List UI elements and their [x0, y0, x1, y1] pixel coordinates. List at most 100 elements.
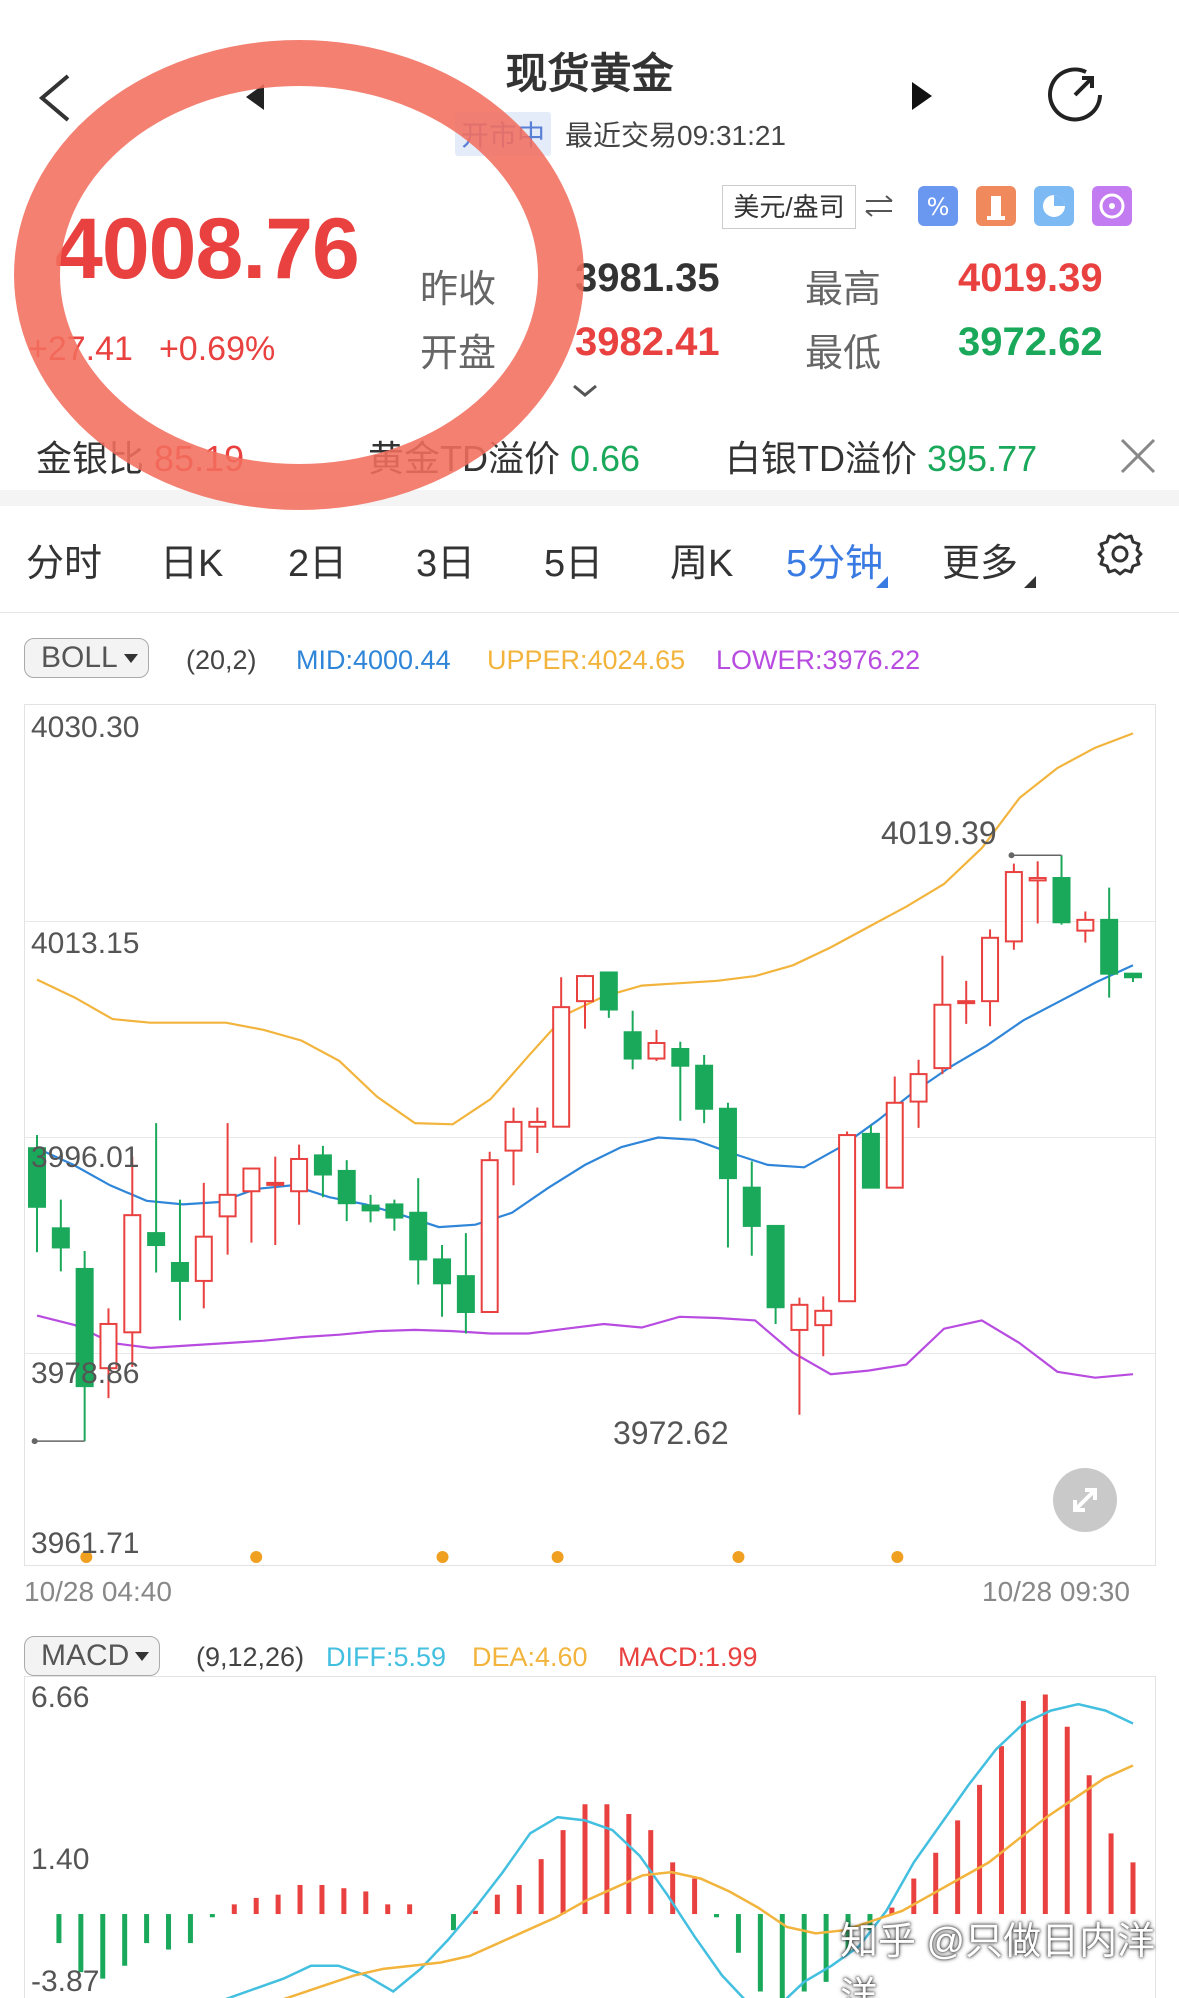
percent-tool-icon[interactable]: % — [918, 186, 958, 226]
macd-select-label: MACD — [41, 1639, 130, 1672]
tab-3day[interactable]: 3日 — [416, 532, 475, 587]
last-trade-time: 最近交易09:31:21 — [565, 120, 787, 151]
candle — [981, 929, 1000, 1027]
event-dot — [732, 1551, 745, 1563]
dropdown-arrow-icon — [135, 1652, 150, 1661]
lighthouse-tool-icon[interactable] — [976, 186, 1016, 226]
candle — [933, 955, 952, 1075]
tab-5min[interactable]: 5分钟 — [786, 532, 883, 587]
boll-indicator-select[interactable]: BOLL — [24, 638, 149, 678]
target-tool-icon[interactable] — [1092, 186, 1132, 226]
unit-switch-button[interactable] — [862, 192, 896, 220]
expand-quote-chevron[interactable] — [570, 380, 600, 400]
candle — [337, 1160, 356, 1222]
candle — [576, 974, 594, 1029]
candle-body — [123, 1214, 142, 1334]
event-dot — [250, 1551, 263, 1563]
candle-body — [290, 1157, 309, 1193]
macd-diff: DIFF:5.59 — [326, 1642, 447, 1672]
candle-body — [552, 1006, 571, 1128]
boll-upper-line — [36, 732, 1134, 1126]
candle — [695, 1054, 714, 1124]
tab-5min-dropdown-icon — [876, 576, 888, 588]
candle-body — [885, 1101, 904, 1189]
boll-upper: UPPER:4024.65 — [487, 645, 686, 675]
candle-body — [576, 975, 594, 1003]
chevron-down-icon — [573, 384, 597, 397]
candle-body — [242, 1167, 261, 1193]
candle — [909, 1059, 928, 1128]
boll-mid: MID:4000.44 — [296, 645, 451, 675]
section-divider — [0, 490, 1179, 506]
candle-body — [861, 1132, 880, 1189]
candle-body — [456, 1275, 475, 1313]
candle-body — [194, 1235, 213, 1282]
candle — [433, 1245, 452, 1317]
fullscreen-button[interactable] — [1053, 1468, 1117, 1532]
candle-body — [218, 1193, 237, 1218]
candle-body — [1004, 871, 1023, 943]
candle-body — [742, 1186, 761, 1227]
time-axis-end: 10/28 09:30 — [982, 1576, 1130, 1607]
event-dot — [551, 1551, 564, 1563]
unit-selector[interactable]: 美元/盎司 — [722, 185, 856, 229]
candle — [528, 1107, 547, 1153]
candle — [385, 1199, 404, 1231]
chart-settings-button[interactable] — [1096, 530, 1144, 578]
candle — [75, 1251, 94, 1442]
candlestick-chart[interactable]: 4030.30 4013.15 3996.01 3978.86 3961.71 … — [24, 704, 1156, 1566]
boll-params: (20,2) — [186, 645, 257, 675]
candle-body — [814, 1309, 833, 1327]
boll-lower: LOWER:3976.22 — [716, 645, 921, 675]
tab-fenshi[interactable]: 分时 — [26, 532, 102, 587]
refresh-icon — [1048, 67, 1102, 122]
candle-body — [1028, 877, 1047, 882]
tab-more[interactable]: 更多 — [942, 532, 1018, 587]
high-value: 4019.39 — [958, 256, 1103, 300]
candle-body — [504, 1120, 523, 1152]
price-axis-label: 4013.15 — [31, 927, 140, 960]
candle-body — [51, 1227, 70, 1249]
time-axis-start: 10/28 04:40 — [24, 1576, 172, 1607]
event-dot — [436, 1551, 449, 1563]
tab-2day[interactable]: 2日 — [288, 532, 347, 587]
candle-body — [790, 1303, 809, 1331]
prev-close-value: 3981.35 — [575, 256, 720, 300]
high-marker-label: 4019.39 — [881, 815, 997, 851]
close-icon — [1120, 438, 1156, 474]
candle-body — [337, 1169, 356, 1205]
macd-indicator-select[interactable]: MACD — [24, 1636, 161, 1676]
candle — [266, 1156, 285, 1246]
candle-body — [409, 1211, 428, 1261]
candle — [1124, 972, 1142, 983]
candle — [290, 1144, 309, 1225]
silver-td-label: 白银TD溢价 — [725, 438, 917, 479]
boll-lower-line — [36, 1314, 1134, 1379]
candle — [599, 971, 618, 1018]
candle-body — [528, 1120, 547, 1128]
svg-text:%: % — [927, 193, 950, 221]
macd-axis-label: 6.66 — [31, 1681, 90, 1714]
expand-icon — [1073, 1488, 1097, 1512]
refresh-button[interactable] — [1042, 62, 1108, 128]
pie-tool-icon[interactable] — [1034, 186, 1074, 226]
candle — [671, 1041, 690, 1121]
candle — [1076, 911, 1095, 943]
candle-body — [1100, 918, 1119, 975]
next-instrument-button[interactable] — [906, 78, 936, 114]
macd-dea: DEA:4.60 — [472, 1642, 588, 1672]
tab-daily-k[interactable]: 日K — [160, 532, 223, 587]
candle — [51, 1199, 70, 1272]
period-tabs: 分时 日K 2日 3日 5日 周K 5分钟 更多 — [0, 532, 1179, 600]
tab-weekly-k[interactable]: 周K — [670, 532, 733, 587]
candle — [504, 1107, 523, 1186]
candle-body — [1052, 877, 1071, 924]
macd-value: MACD:1.99 — [618, 1642, 758, 1672]
candle — [647, 1029, 666, 1061]
candle — [623, 1010, 642, 1070]
low-value: 3972.62 — [958, 320, 1103, 364]
price-axis-label: 4030.30 — [31, 711, 140, 744]
tab-5day[interactable]: 5日 — [544, 532, 603, 587]
candle-body — [766, 1224, 785, 1309]
close-ratio-bar-button[interactable] — [1118, 436, 1158, 476]
